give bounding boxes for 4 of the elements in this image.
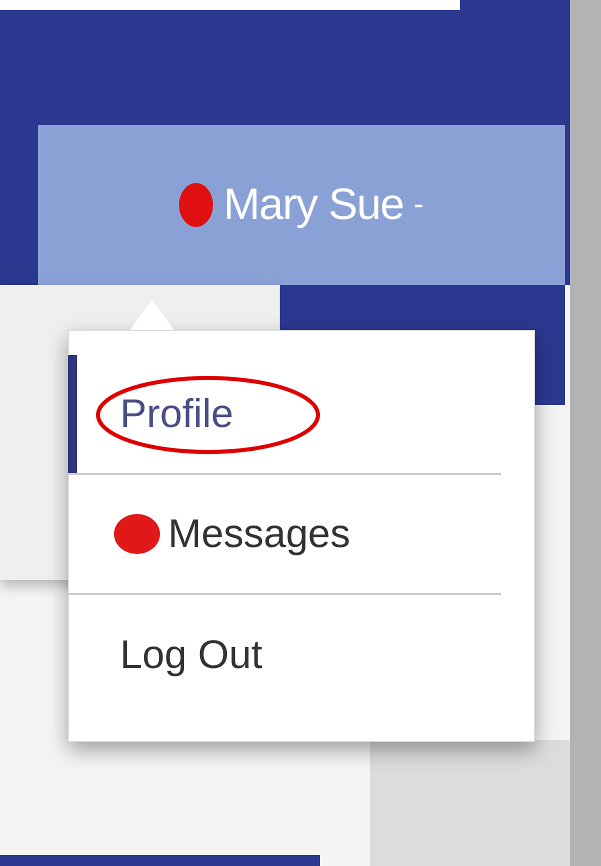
menu-item[interactable]: Profile (120, 392, 234, 436)
menu-pointer (130, 300, 174, 330)
menu-item[interactable]: Messages (168, 512, 350, 556)
menu-item[interactable]: Log Out (120, 632, 262, 676)
